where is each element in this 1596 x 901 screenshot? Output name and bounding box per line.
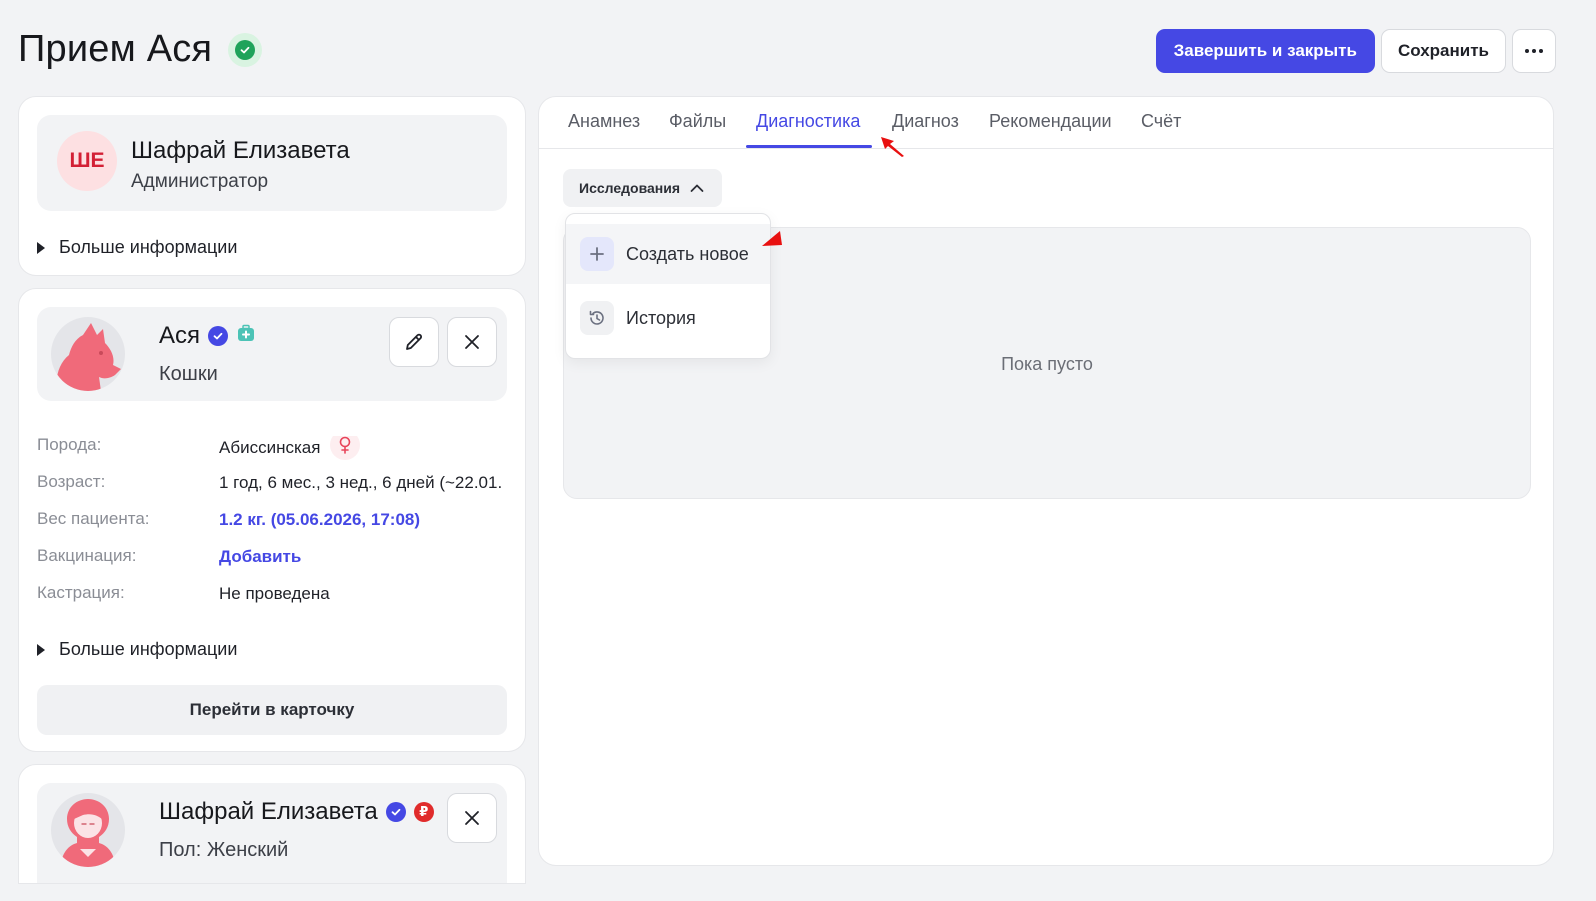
save-button[interactable]: Сохранить (1380, 29, 1506, 73)
verified-icon (385, 802, 406, 822)
user-info: ШЕ Шафрай Елизавета Администратор (37, 115, 507, 211)
caret-right-icon (37, 643, 45, 656)
plus-icon (580, 237, 614, 271)
add-vaccination-link[interactable]: Добавить (219, 547, 519, 567)
tab-invoice[interactable]: Счёт (1141, 111, 1181, 132)
pet-more-info-toggle[interactable]: Больше информации (37, 639, 237, 660)
owner-sex: Пол: Женский (159, 839, 289, 861)
history-icon (580, 301, 614, 335)
detail-value: 1 год, 6 мес., 3 нед., 6 дней (~22.01. (219, 473, 503, 492)
studies-dropdown-toggle[interactable]: Исследования (563, 169, 723, 207)
pet-details: Порода: Абиссинская Возраст: 1 год, 6 ме… (37, 435, 517, 620)
detail-label: Кастрация: (37, 583, 125, 602)
owner-name-row: Шафрай Елизавета ₽ (159, 798, 434, 826)
page-header: Прием Ася (18, 28, 263, 71)
menu-item-label: История (626, 307, 696, 328)
weight-link[interactable]: 1.2 кг. (05.06.2026, 17:08) (219, 510, 519, 530)
main-panel: Анамнез Файлы Диагностика Диагноз Рекоме… (538, 96, 1554, 866)
menu-item-create-new[interactable]: Создать новое (566, 224, 770, 284)
close-icon (465, 335, 479, 349)
female-icon (330, 436, 361, 460)
detail-row-breed: Порода: Абиссинская (37, 435, 517, 472)
owner-info: Шафрай Елизавета ₽ Пол: Женский (37, 783, 507, 883)
detail-value: Абиссинская (219, 438, 321, 457)
verified-icon (208, 326, 229, 346)
more-dots-icon (1525, 49, 1543, 53)
tab-anamnesis[interactable]: Анамнез (568, 111, 640, 132)
status-check-icon (228, 32, 263, 67)
chevron-up-icon (690, 184, 704, 192)
detail-value-container: Абиссинская (219, 436, 519, 460)
pencil-icon (406, 333, 422, 350)
more-info-label: Больше информации (59, 639, 238, 659)
detail-label: Вес пациента: (37, 509, 150, 528)
finish-and-close-button[interactable]: Завершить и закрыть (1155, 29, 1375, 73)
woman-avatar-icon (51, 793, 125, 867)
tab-diagnostics[interactable]: Диагностика (756, 111, 860, 132)
caret-right-icon (37, 241, 45, 254)
ruble-icon: ₽ (413, 802, 434, 822)
more-info-label: Больше информации (59, 237, 238, 257)
page-title: Прием Ася (18, 28, 213, 70)
active-tab-indicator (746, 145, 872, 148)
detail-row-vaccination: Вакцинация: Добавить (37, 546, 517, 583)
remove-owner-button[interactable] (447, 793, 497, 843)
pet-name: Ася (159, 322, 201, 349)
detail-label: Возраст: (37, 472, 106, 491)
tab-diagnosis[interactable]: Диагноз (892, 111, 959, 132)
detail-label: Вакцинация: (37, 546, 137, 565)
arrow-pointer-icon (881, 137, 904, 157)
header-actions: Завершить и закрыть Сохранить (1155, 29, 1556, 73)
detail-row-age: Возраст: 1 год, 6 мес., 3 нед., 6 дней (… (37, 472, 517, 509)
user-more-info-toggle[interactable]: Больше информации (37, 237, 237, 258)
medical-kit-icon (236, 322, 256, 350)
pet-species: Кошки (159, 363, 218, 385)
dropdown-label: Исследования (579, 180, 681, 196)
menu-item-history[interactable]: История (566, 288, 770, 348)
menu-item-label: Создать новое (626, 243, 749, 264)
owner-name: Шафрай Елизавета (159, 798, 378, 825)
remove-pet-button[interactable] (447, 317, 497, 367)
user-role: Администратор (131, 171, 269, 192)
tab-files[interactable]: Файлы (669, 111, 726, 132)
owner-card: Шафрай Елизавета ₽ Пол: Женский (18, 764, 526, 884)
detail-row-castration: Кастрация: Не проведена (37, 583, 517, 620)
tab-bar: Анамнез Файлы Диагностика Диагноз Рекоме… (539, 97, 1553, 149)
edit-pet-button[interactable] (389, 317, 439, 367)
pet-card: Ася Кошки Порода: Абиссинская Возраст: 1… (18, 288, 526, 752)
cat-avatar-icon (51, 317, 125, 391)
pet-name-row: Ася (159, 322, 256, 350)
pet-info: Ася Кошки (37, 307, 507, 401)
user-name: Шафрай Елизавета (131, 137, 350, 164)
user-card: ШЕ Шафрай Елизавета Администратор Больше… (18, 96, 526, 276)
detail-label: Порода: (37, 435, 102, 454)
more-actions-button[interactable] (1512, 29, 1556, 73)
detail-row-weight: Вес пациента: 1.2 кг. (05.06.2026, 17:08… (37, 509, 517, 546)
user-initials-avatar: ШЕ (57, 131, 117, 191)
go-to-card-button[interactable]: Перейти в карточку (37, 685, 507, 735)
studies-dropdown-menu: Создать новое История (565, 213, 771, 359)
close-icon (465, 811, 479, 825)
arrow-pointer-icon (762, 231, 782, 246)
detail-value: Не проведена (219, 584, 330, 603)
tab-recommendations[interactable]: Рекомендации (989, 111, 1112, 132)
